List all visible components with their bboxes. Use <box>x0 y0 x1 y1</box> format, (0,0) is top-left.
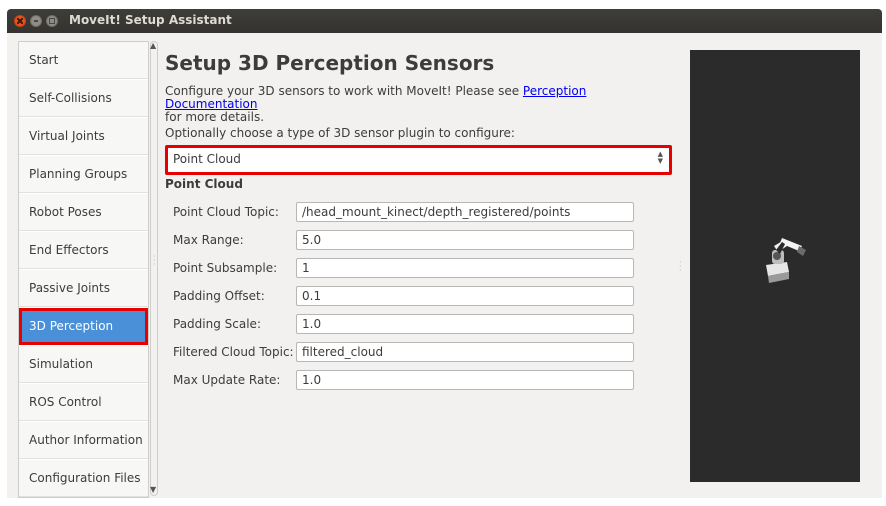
filtered-cloud-topic-label: Filtered Cloud Topic: <box>173 345 294 359</box>
select-updown-icon: ▲ ▼ <box>657 150 663 165</box>
sidebar-item-self-collisions[interactable]: Self-Collisions <box>19 80 148 117</box>
sidebar-item-virtual-joints[interactable]: Virtual Joints <box>19 118 148 155</box>
padding-scale-input[interactable]: 1.0 <box>296 314 634 334</box>
maximize-window-icon[interactable] <box>46 15 58 27</box>
close-window-icon[interactable] <box>14 15 26 27</box>
sidebar-item-end-effectors[interactable]: End Effectors <box>19 232 148 269</box>
scroll-up-icon[interactable]: ▲ <box>150 41 156 50</box>
sidebar-item-robot-poses[interactable]: Robot Poses <box>19 194 148 231</box>
robot-model-icon <box>766 238 806 283</box>
scroll-down-icon[interactable]: ▼ <box>150 485 156 494</box>
splitter-handle-left[interactable]: · · · <box>153 253 156 269</box>
sensor-plugin-select[interactable]: Point Cloud ▲ ▼ <box>165 145 672 175</box>
sidebar-item-ros-control[interactable]: ROS Control <box>19 384 148 421</box>
minimize-window-icon[interactable] <box>30 15 42 27</box>
point-subsample-label: Point Subsample: <box>173 261 278 275</box>
sensor-plugin-selected-value: Point Cloud <box>173 152 241 166</box>
sidebar-item-passive-joints[interactable]: Passive Joints <box>19 270 148 307</box>
sidebar-nav: Start Self-Collisions Virtual Joints Pla… <box>18 41 149 498</box>
sidebar-item-3d-perception[interactable]: 3D Perception <box>19 308 148 345</box>
description-text-continued: for more details. <box>165 110 265 124</box>
window-body: Start Self-Collisions Virtual Joints Pla… <box>7 33 882 498</box>
padding-offset-label: Padding Offset: <box>173 289 265 303</box>
window-title: MoveIt! Setup Assistant <box>69 13 232 27</box>
page-description: Configure your 3D sensors to work with M… <box>165 85 665 124</box>
point-cloud-group-title: Point Cloud <box>165 177 243 191</box>
robot-3d-viewport[interactable] <box>690 50 860 482</box>
sidebar-item-planning-groups[interactable]: Planning Groups <box>19 156 148 193</box>
padding-offset-input[interactable]: 0.1 <box>296 286 634 306</box>
max-range-label: Max Range: <box>173 233 244 247</box>
padding-scale-label: Padding Scale: <box>173 317 261 331</box>
sidebar-item-configuration-files[interactable]: Configuration Files <box>19 460 148 497</box>
description-text: Configure your 3D sensors to work with M… <box>165 84 523 98</box>
max-update-rate-label: Max Update Rate: <box>173 373 281 387</box>
sidebar-item-author-information[interactable]: Author Information <box>19 422 148 459</box>
sidebar-item-start[interactable]: Start <box>19 42 148 79</box>
splitter-handle-right[interactable]: · · · <box>679 259 682 275</box>
sensor-plugin-prompt: Optionally choose a type of 3D sensor pl… <box>165 126 515 140</box>
point-subsample-input[interactable]: 1 <box>296 258 634 278</box>
sidebar-item-simulation[interactable]: Simulation <box>19 346 148 383</box>
page-title: Setup 3D Perception Sensors <box>165 51 495 75</box>
max-range-input[interactable]: 5.0 <box>296 230 634 250</box>
max-update-rate-input[interactable]: 1.0 <box>296 370 634 390</box>
window-titlebar: MoveIt! Setup Assistant <box>7 9 882 33</box>
point-cloud-topic-input[interactable]: /head_mount_kinect/depth_registered/poin… <box>296 202 634 222</box>
point-cloud-topic-label: Point Cloud Topic: <box>173 205 279 219</box>
filtered-cloud-topic-input[interactable]: filtered_cloud <box>296 342 634 362</box>
